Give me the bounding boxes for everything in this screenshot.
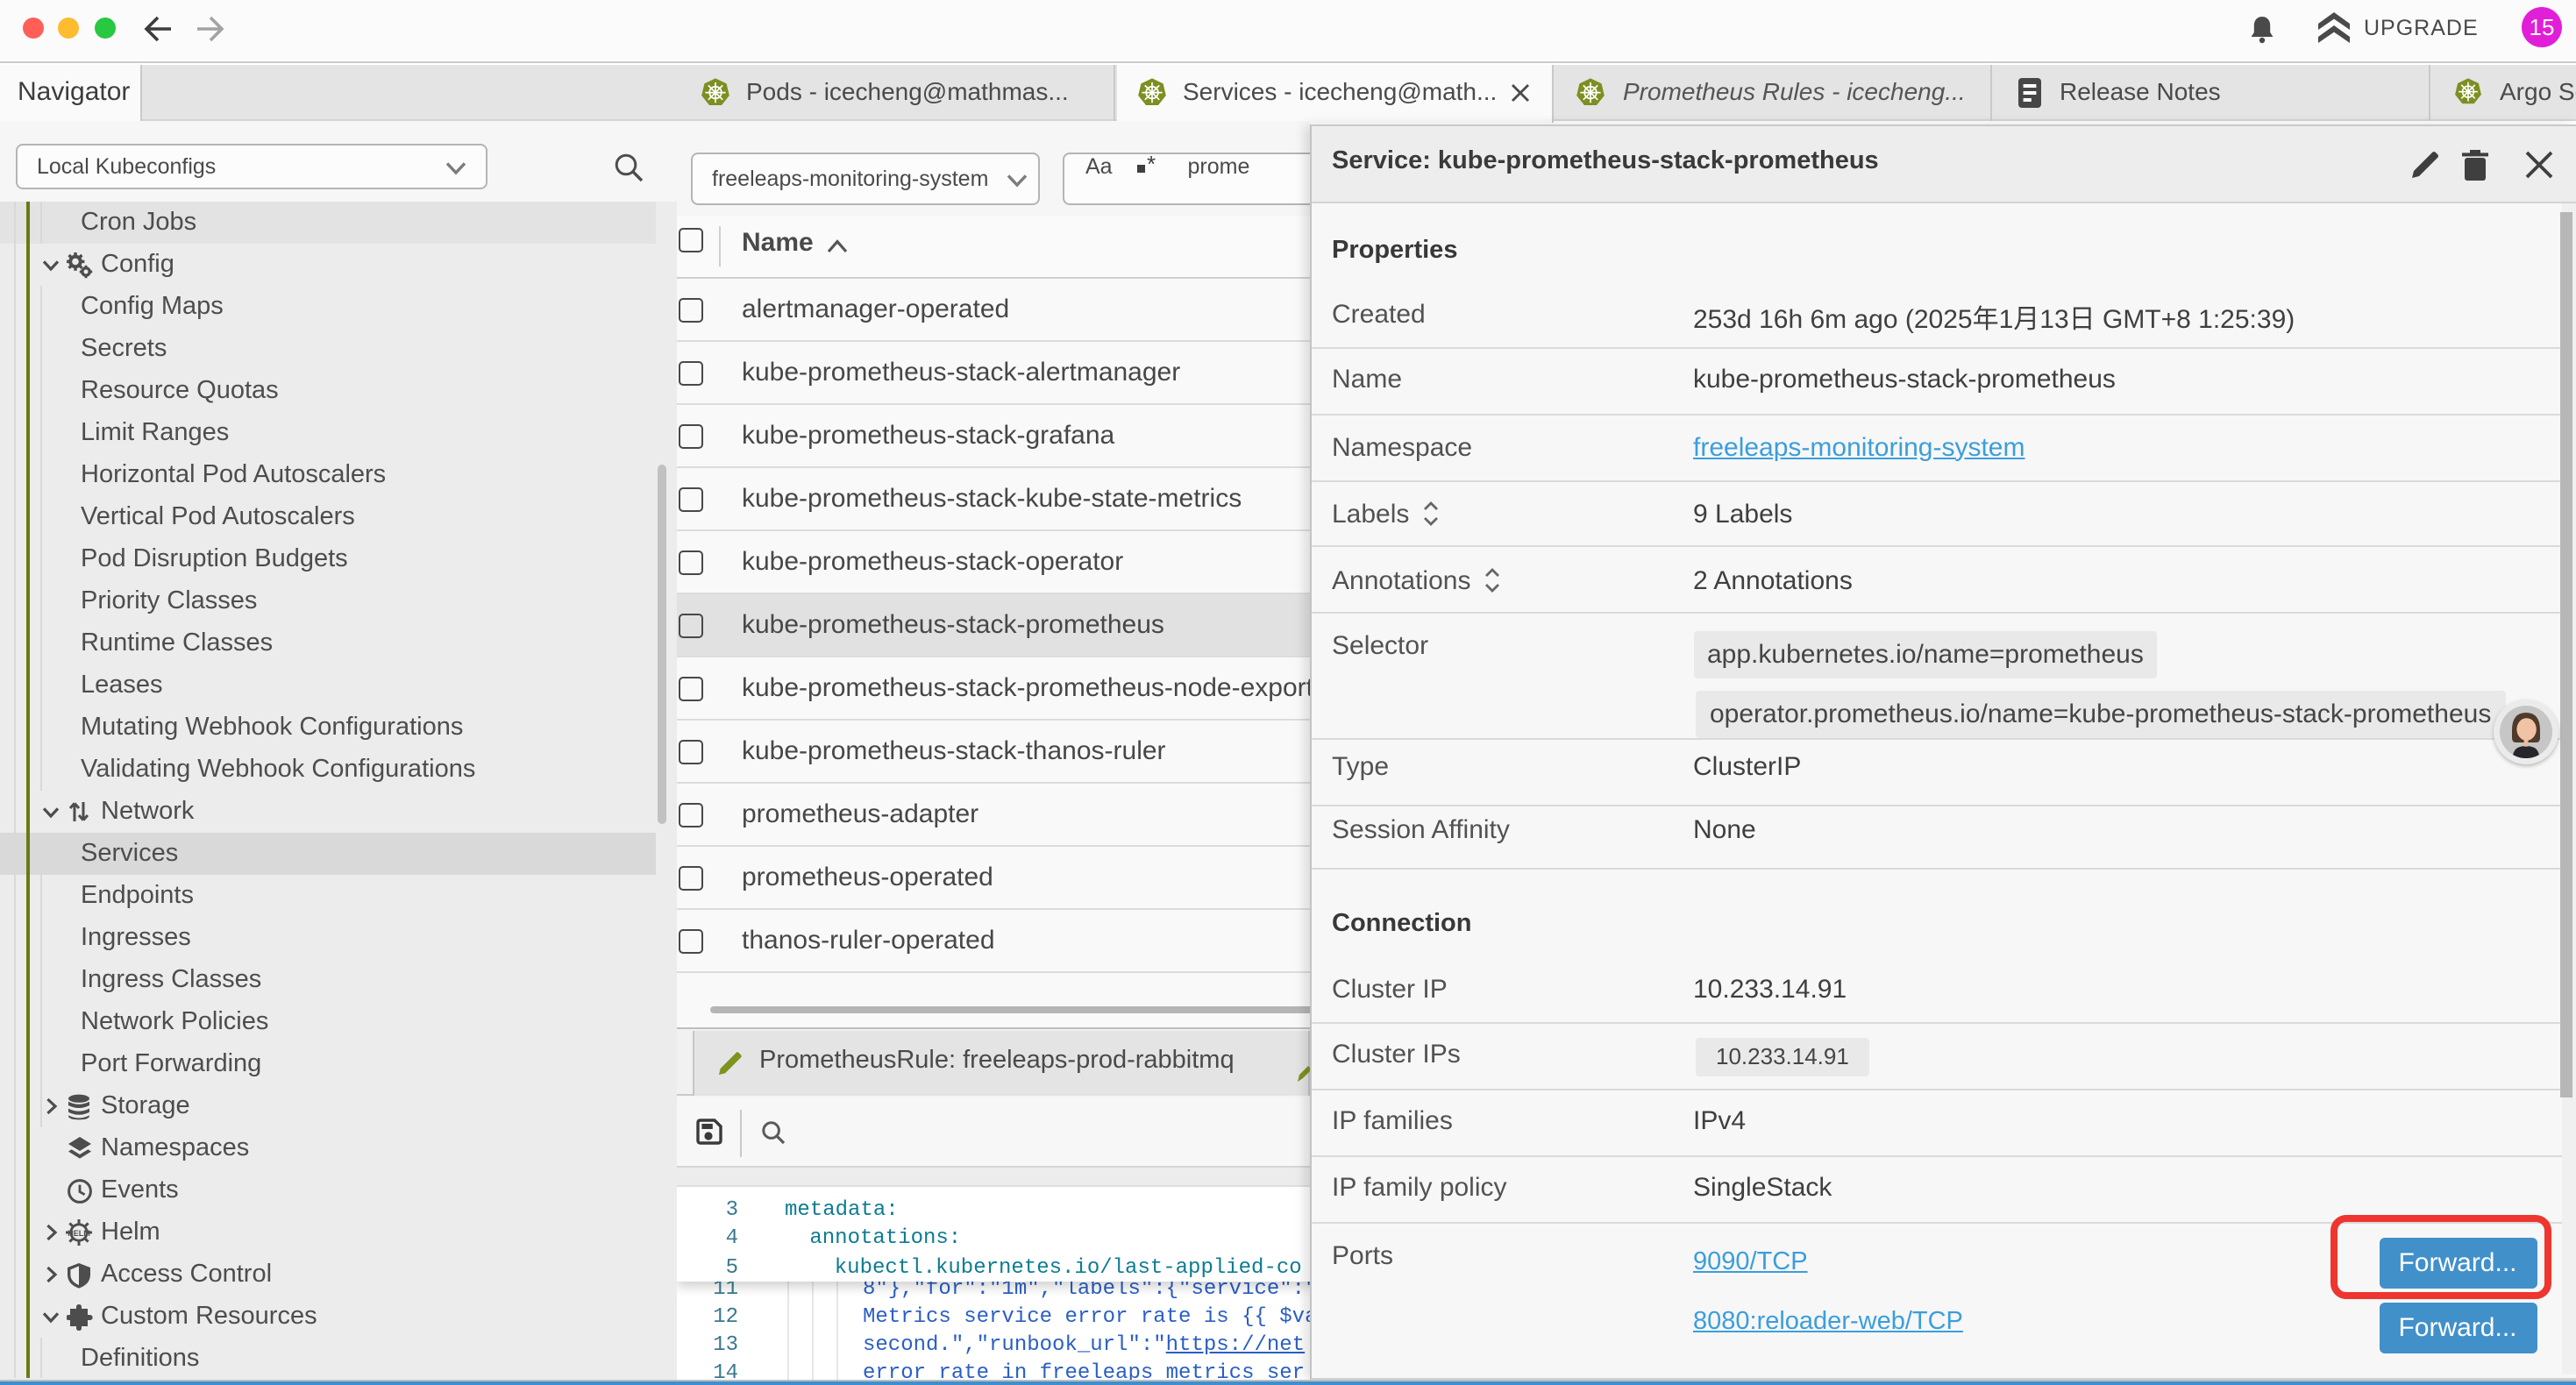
svg-text:*: * [1147, 153, 1156, 174]
svg-text:HELM: HELM [68, 1229, 90, 1238]
